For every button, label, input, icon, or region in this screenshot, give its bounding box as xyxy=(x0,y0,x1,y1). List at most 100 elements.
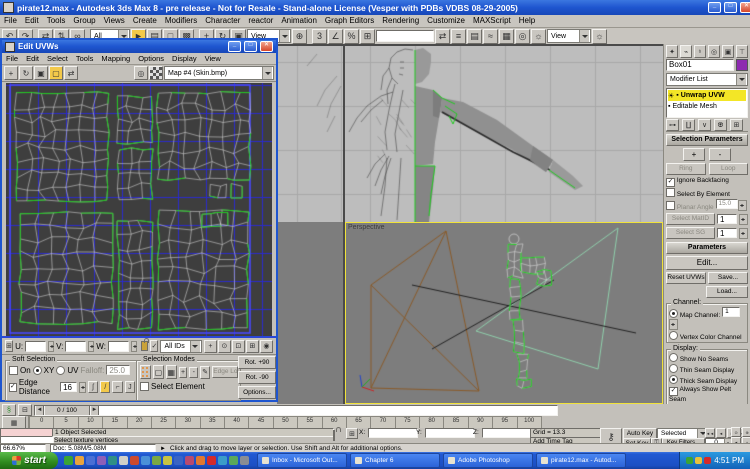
filter-pixel-snap-icon[interactable]: ✓ xyxy=(150,340,158,352)
uv-canvas[interactable] xyxy=(6,83,272,336)
dropdown-arrow-icon[interactable] xyxy=(262,67,272,79)
named-selection-field[interactable] xyxy=(376,30,434,42)
planar-angle-field[interactable]: 15.0 xyxy=(716,199,738,209)
viewport-label[interactable]: Perspective xyxy=(348,224,385,231)
ignore-backfacing-checkbox[interactable]: ✓ xyxy=(666,178,675,187)
uv-menu-edit[interactable]: Edit xyxy=(22,53,43,64)
menu-create[interactable]: Create xyxy=(129,15,161,27)
menu-help[interactable]: Help xyxy=(515,15,539,27)
quicklaunch-icon[interactable] xyxy=(163,456,172,465)
falloff-slow-icon[interactable]: ⌐ xyxy=(112,381,122,393)
w-spinner[interactable] xyxy=(131,341,137,352)
shrink-selection-icon[interactable]: - xyxy=(189,367,198,378)
track-view-icon[interactable]: ⊟ xyxy=(18,404,32,416)
tab-create-icon[interactable]: ✦ xyxy=(666,45,678,58)
map-channel-field[interactable]: 1 xyxy=(722,307,740,317)
menu-animation[interactable]: Animation xyxy=(277,15,321,27)
u-field[interactable] xyxy=(25,341,46,352)
uv-rotate-icon[interactable]: ↻ xyxy=(19,66,33,80)
tab-display-icon[interactable]: ▣ xyxy=(722,45,734,58)
show-end-result-icon[interactable]: ∐ xyxy=(682,119,695,131)
z-field[interactable] xyxy=(482,428,532,438)
update-map-icon[interactable]: ◎ xyxy=(134,66,148,80)
paint-select-icon[interactable]: ✎ xyxy=(200,366,210,379)
edit-button[interactable]: Edit... xyxy=(666,256,748,270)
use-pivot-center-icon[interactable]: ⊕ xyxy=(292,29,307,44)
uv-zoom-icon[interactable]: ⊙ xyxy=(218,340,231,353)
make-unique-icon[interactable]: ∨ xyxy=(698,119,711,131)
quicklaunch-icon[interactable] xyxy=(130,456,139,465)
rotate-plus-90-button[interactable]: Rot. +90 xyxy=(238,356,276,369)
map-channel-spinner[interactable] xyxy=(669,319,678,330)
pin-stack-icon[interactable]: ⊶ xyxy=(666,119,679,131)
selection-parameters-rollout[interactable]: Selection Parameters xyxy=(666,134,748,146)
falloff-fast-icon[interactable]: J xyxy=(125,381,135,393)
absolute-coords-icon[interactable]: ⊞ xyxy=(5,340,13,352)
options-button[interactable]: Options... xyxy=(238,386,276,399)
menu-group[interactable]: Group xyxy=(69,15,99,27)
tab-modify-icon[interactable]: ⌁ xyxy=(680,45,692,58)
tray-icon[interactable] xyxy=(695,457,702,464)
spinner-snap-icon[interactable]: ⊞ xyxy=(360,29,375,44)
falloff-smooth-icon[interactable]: ʃ xyxy=(88,381,98,393)
show-no-seams-radio[interactable] xyxy=(669,353,678,362)
quick-render-icon[interactable]: ☼ xyxy=(592,29,607,44)
sg-spinner[interactable] xyxy=(739,228,748,239)
parameters-rollout[interactable]: Parameters xyxy=(666,242,748,254)
configure-sets-icon[interactable]: ⊞ xyxy=(730,119,743,131)
quicklaunch-icon[interactable] xyxy=(75,456,84,465)
menu-file[interactable]: File xyxy=(0,15,21,27)
thin-seam-radio[interactable] xyxy=(669,364,678,373)
taskbar-button-adobe-photoshop[interactable]: Adobe Photoshop xyxy=(443,453,533,468)
uv-maximize-button[interactable]: □ xyxy=(244,41,257,52)
uv-menu-select[interactable]: Select xyxy=(43,53,72,64)
map-dropdown[interactable]: Map #4 (Skin.bmp) xyxy=(164,66,274,80)
left-viewport-strip[interactable] xyxy=(277,46,343,222)
vertex-mode-icon[interactable] xyxy=(140,365,151,379)
snap-toggle-icon[interactable]: 3 xyxy=(312,29,327,44)
quicklaunch-icon[interactable] xyxy=(141,456,150,465)
dropdown-arrow-icon[interactable] xyxy=(736,74,746,85)
prev-frame-icon[interactable]: ◄ xyxy=(716,428,726,438)
render-view-dropdown[interactable]: View xyxy=(547,29,591,43)
left-bottom-viewport-strip[interactable] xyxy=(277,222,343,404)
quicklaunch-icon[interactable] xyxy=(152,456,161,465)
quicklaunch-icon[interactable] xyxy=(229,456,238,465)
select-sg-field[interactable]: 1 xyxy=(717,228,737,238)
minimize-button[interactable]: _ xyxy=(708,2,721,13)
soft-on-checkbox[interactable] xyxy=(9,366,18,375)
quicklaunch-icon[interactable] xyxy=(108,456,117,465)
menu-reactor[interactable]: reactor xyxy=(244,15,277,27)
align-icon[interactable]: ≡ xyxy=(451,29,466,44)
soft-xy-radio[interactable] xyxy=(33,366,42,375)
soft-uv-radio[interactable] xyxy=(56,366,65,375)
curve-editor-icon[interactable]: ≈ xyxy=(483,29,498,44)
zoom-all-icon[interactable]: ⊕ xyxy=(742,427,750,437)
w-field[interactable] xyxy=(108,341,129,352)
front-viewport[interactable] xyxy=(345,46,663,222)
uv-scale-icon[interactable]: ▣ xyxy=(34,66,48,80)
menu-character[interactable]: Character xyxy=(201,15,244,27)
v-spinner[interactable] xyxy=(88,341,94,352)
uv-mirror-icon[interactable]: ⇄ xyxy=(64,66,78,80)
close-button[interactable]: ✕ xyxy=(740,2,750,13)
loop-button[interactable]: Loop xyxy=(709,163,749,175)
go-to-start-icon[interactable]: ◄◄ xyxy=(705,428,715,438)
tab-motion-icon[interactable]: ◎ xyxy=(708,45,720,58)
u-spinner[interactable] xyxy=(48,341,54,352)
menu-customize[interactable]: Customize xyxy=(423,15,469,27)
quicklaunch-icon[interactable] xyxy=(86,456,95,465)
object-name-field[interactable]: Box01 xyxy=(666,59,734,71)
object-color-swatch[interactable] xyxy=(736,59,748,71)
dropdown-arrow-icon[interactable] xyxy=(190,341,200,352)
uv-menu-tools[interactable]: Tools xyxy=(72,53,98,64)
render-scene-icon[interactable]: ☼ xyxy=(531,29,546,44)
rotate-minus-90-button[interactable]: Rot. -90 xyxy=(238,371,276,384)
uv-freeform-icon[interactable]: ▢ xyxy=(49,66,63,80)
reset-uvws-button[interactable]: Reset UVWs xyxy=(666,272,706,284)
stack-item-mesh[interactable]: ▪ Editable Mesh xyxy=(668,101,746,112)
face-mode-icon[interactable]: ▦ xyxy=(166,365,177,379)
quicklaunch-icon[interactable] xyxy=(207,456,216,465)
uv-zoom-region-icon[interactable]: ⊡ xyxy=(232,340,245,353)
left-viewport-canvas[interactable] xyxy=(277,46,343,222)
